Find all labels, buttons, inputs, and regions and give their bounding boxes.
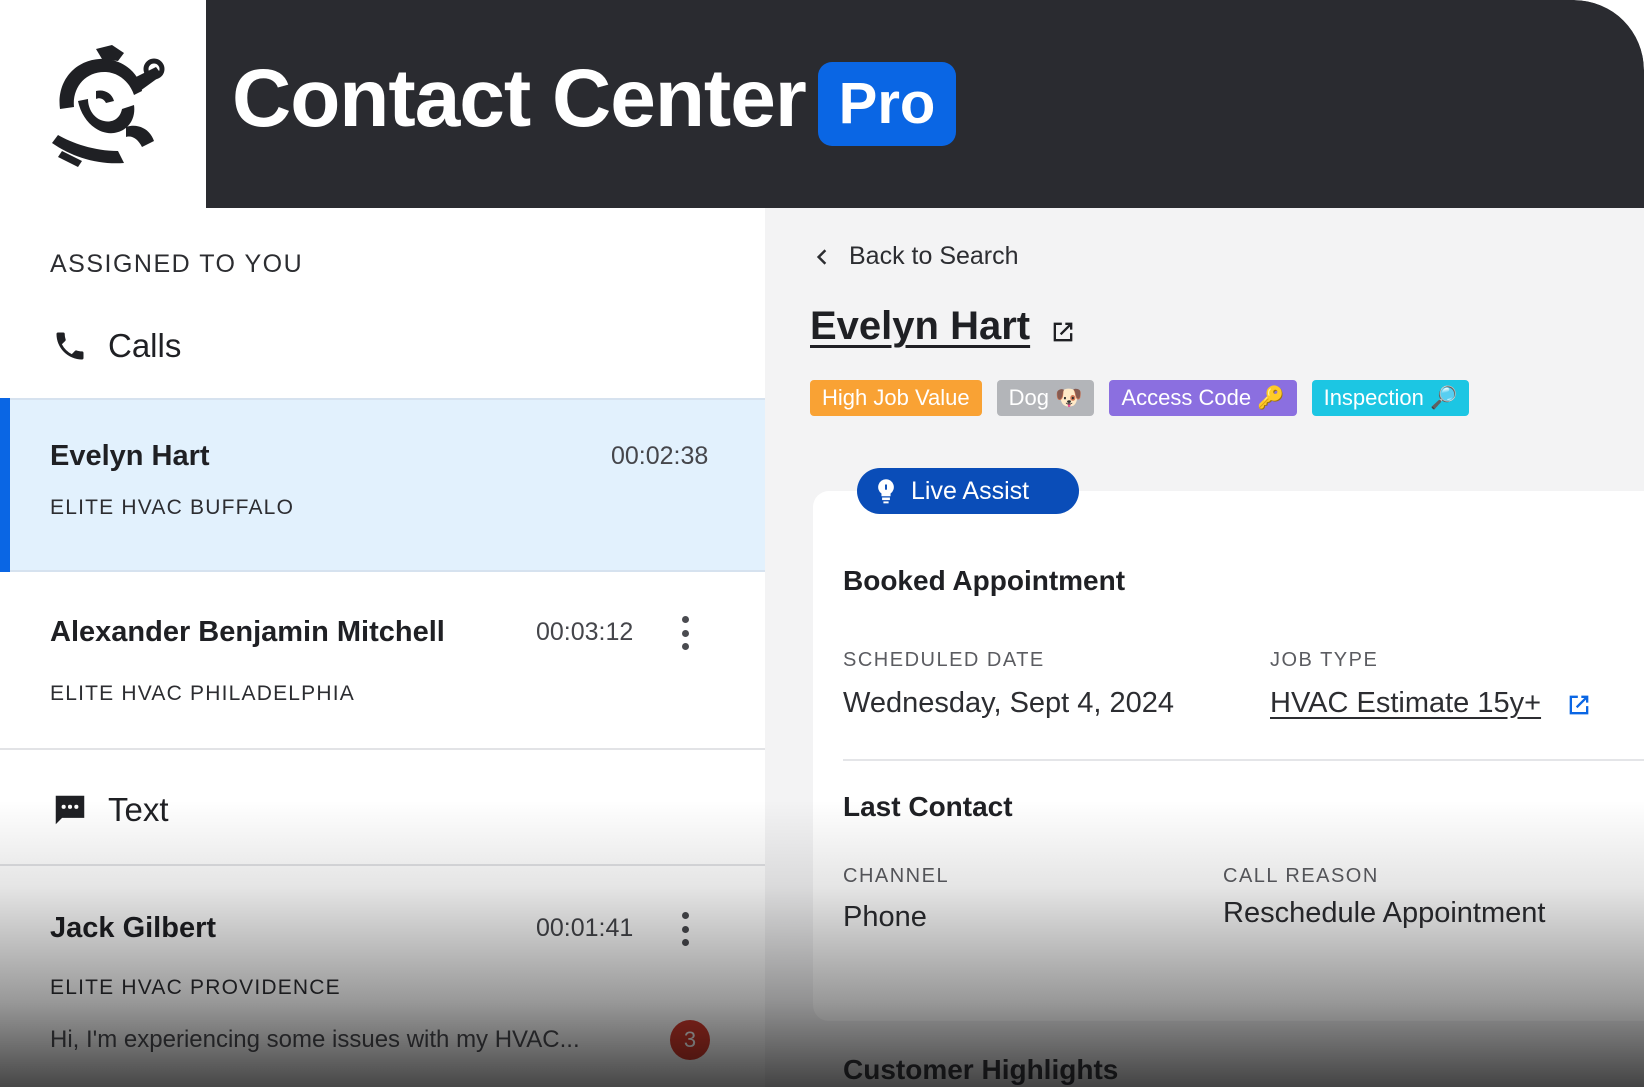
app-header: Contact Center Pro	[206, 0, 1644, 208]
channel-value: Phone	[843, 901, 927, 933]
pro-badge: Pro	[818, 62, 956, 146]
more-options-icon[interactable]	[678, 616, 692, 650]
text-section-label: Text	[108, 791, 169, 828]
customer-highlights-title: Customer Highlights	[843, 1054, 1119, 1085]
tag-high-job-value: High Job Value	[810, 380, 982, 416]
more-options-icon[interactable]	[678, 912, 692, 946]
divider	[843, 759, 1644, 761]
call-row-evelyn-hart[interactable]: Evelyn Hart 00:02:38 ELITE HVAC BUFFALO	[0, 398, 765, 572]
assigned-panel: ASSIGNED TO YOU Calls Evelyn Hart 00:02:…	[0, 208, 765, 1087]
job-type-label: JOB TYPE	[1270, 649, 1379, 671]
scheduled-date-value: Wednesday, Sept 4, 2024	[843, 687, 1175, 719]
tag-dog: Dog 🐶	[996, 380, 1095, 416]
chevron-left-icon	[816, 248, 827, 265]
call-duration: 00:02:38	[611, 442, 709, 470]
chat-bubble-icon	[50, 790, 90, 830]
call-contact-name: Evelyn Hart	[50, 440, 210, 472]
last-contact-title: Last Contact	[843, 791, 1013, 822]
scheduled-date-label: SCHEDULED DATE	[843, 649, 1045, 671]
calls-section-header: Calls	[50, 326, 181, 366]
job-type-link[interactable]: HVAC Estimate 15y+	[1270, 687, 1541, 720]
message-preview: Hi, I'm experiencing some issues with my…	[50, 1026, 580, 1053]
channel-label: CHANNEL	[843, 865, 950, 887]
text-company: ELITE HVAC PROVIDENCE	[50, 976, 341, 999]
app-window: Contact Center Pro ASSIGNED TO YOU Calls…	[0, 0, 1644, 1087]
live-assist-label: Live Assist	[911, 476, 1030, 505]
assigned-heading: ASSIGNED TO YOU	[50, 250, 304, 278]
tag-inspection: Inspection 🔎	[1311, 380, 1470, 416]
external-link-icon[interactable]	[1049, 318, 1077, 346]
call-reason-label: CALL REASON	[1223, 865, 1379, 887]
logo	[0, 0, 206, 208]
text-contact-name: Jack Gilbert	[50, 912, 217, 944]
booked-appointment-title: Booked Appointment	[843, 565, 1126, 596]
unread-count-badge: 3	[670, 1020, 710, 1060]
text-section-header: Text	[50, 790, 169, 830]
back-to-search-link[interactable]: Back to Search	[815, 242, 1019, 271]
call-contact-name: Alexander Benjamin Mitchell	[50, 616, 445, 648]
external-link-icon[interactable]	[1565, 691, 1593, 719]
live-assist-button[interactable]: Live Assist	[857, 468, 1079, 514]
app-title: Contact Center	[232, 53, 807, 144]
customer-name-link[interactable]: Evelyn Hart	[810, 304, 1030, 349]
calls-section-label: Calls	[108, 327, 182, 364]
text-duration: 00:01:41	[536, 914, 634, 942]
customer-tags: High Job Value Dog 🐶 Access Code 🔑 Inspe…	[810, 380, 1470, 416]
back-label: Back to Search	[849, 242, 1019, 270]
call-company: ELITE HVAC BUFFALO	[50, 496, 295, 519]
customer-detail-panel: Back to Search Evelyn Hart High Job Valu…	[765, 208, 1644, 1087]
phone-icon	[50, 326, 90, 366]
call-duration: 00:03:12	[536, 618, 634, 646]
call-row-alexander-mitchell[interactable]: Alexander Benjamin Mitchell 00:03:12 ELI…	[0, 572, 765, 750]
text-row-jack-gilbert[interactable]: Jack Gilbert 00:01:41 ELITE HVAC PROVIDE…	[0, 866, 765, 1087]
lightbulb-icon	[878, 479, 894, 504]
tag-access-code: Access Code 🔑	[1109, 380, 1297, 416]
call-company: ELITE HVAC PHILADELPHIA	[50, 682, 355, 705]
warrior-mascot-icon	[52, 45, 165, 167]
appointment-card: Booked Appointment SCHEDULED DATE Wednes…	[813, 491, 1644, 1021]
call-reason-value: Reschedule Appointment	[1223, 897, 1546, 929]
